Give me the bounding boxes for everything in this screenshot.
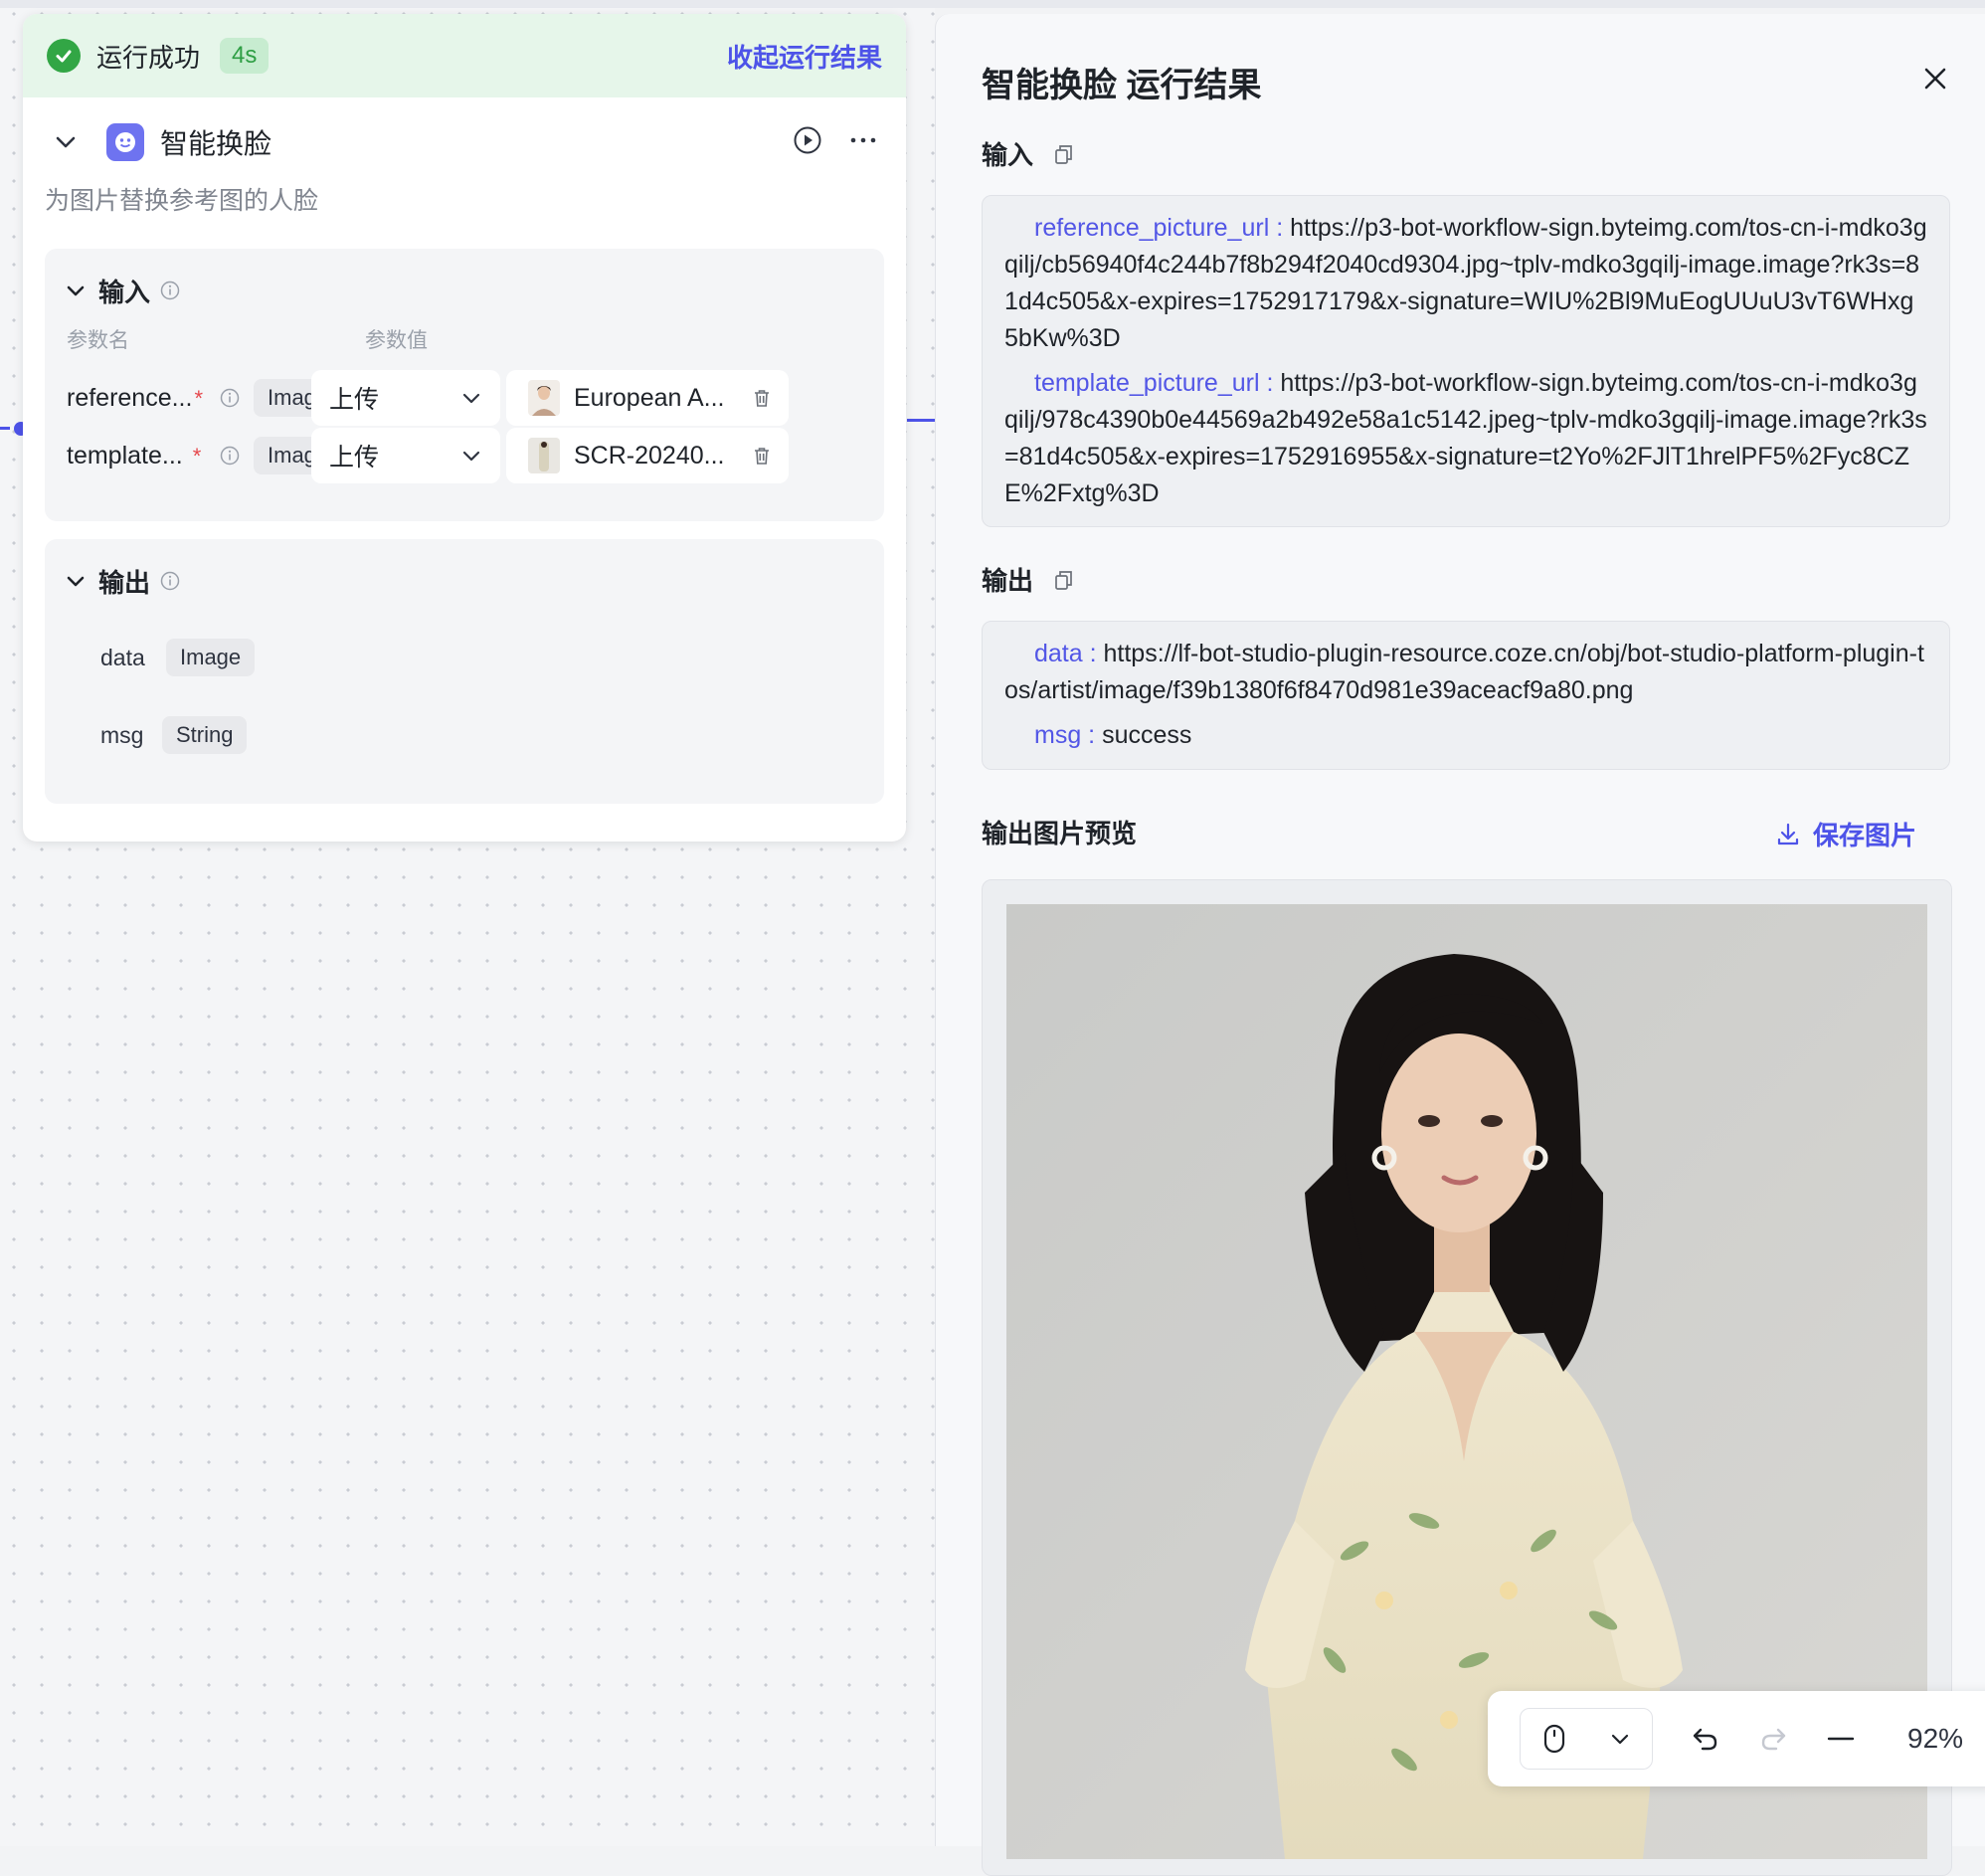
- output-kv: data : https://lf-bot-studio-plugin-reso…: [1004, 640, 1924, 704]
- copy-icon[interactable]: [1053, 569, 1075, 591]
- run-result-bar: 运行成功 4s 收起运行结果: [23, 14, 906, 97]
- upload-mode-select[interactable]: 上传: [311, 370, 500, 426]
- param-name: reference...*: [67, 383, 204, 412]
- input-param-row: reference...* Image 上传 European A...: [67, 370, 882, 426]
- param-type-tag: String: [162, 716, 248, 754]
- file-thumbnail: [528, 438, 560, 473]
- chevron-down-icon: [1611, 1734, 1628, 1745]
- input-kv: template_picture_url : https://p3-bot-wo…: [1004, 369, 1927, 507]
- required-mark: *: [192, 443, 202, 469]
- trash-icon[interactable]: [751, 387, 773, 409]
- param-value-header: 参数值: [365, 329, 428, 352]
- play-icon[interactable]: [793, 125, 822, 160]
- copy-icon[interactable]: [1053, 143, 1075, 165]
- uploaded-file[interactable]: European A...: [506, 370, 789, 426]
- chevron-down-icon: [67, 576, 85, 587]
- top-strip: [0, 0, 1985, 8]
- param-type-tag: Image: [166, 639, 256, 676]
- port-line-right: [907, 419, 935, 422]
- mouse-icon: [1543, 1724, 1564, 1754]
- param-name-header: 参数名: [67, 329, 129, 352]
- minus-icon: [1827, 1737, 1855, 1741]
- zoom-out-button[interactable]: [1826, 1724, 1856, 1754]
- info-icon[interactable]: [160, 281, 180, 300]
- face-swap-icon: [106, 123, 144, 161]
- node-header: 智能换脸: [23, 97, 906, 187]
- output-label: 输出: [982, 561, 1075, 598]
- file-name: European A...: [574, 383, 725, 412]
- success-check-icon: [47, 39, 81, 73]
- file-thumbnail: [528, 380, 560, 416]
- param-name: template... *: [67, 441, 202, 469]
- face-swap-node[interactable]: 运行成功 4s 收起运行结果 智能换脸 为图片替换参考图的人脸 输入 参数名 参…: [23, 14, 906, 842]
- chevron-down-icon: [462, 393, 480, 404]
- collapse-results-button[interactable]: 收起运行结果: [727, 38, 882, 75]
- undo-button[interactable]: [1691, 1724, 1720, 1754]
- output-param-name: data: [100, 644, 145, 670]
- upload-mode-select[interactable]: 上传: [311, 428, 500, 483]
- output-section-header[interactable]: 输出: [65, 561, 180, 601]
- node-description: 为图片替换参考图的人脸: [45, 187, 319, 215]
- close-icon[interactable]: [1922, 66, 1948, 96]
- run-status-text: 运行成功: [96, 42, 201, 73]
- output-param-row: data Image: [100, 639, 256, 676]
- file-name: SCR-20240...: [574, 441, 725, 469]
- interaction-mode-select[interactable]: [1520, 1708, 1653, 1770]
- port-line-left: [0, 427, 10, 430]
- info-icon[interactable]: [220, 388, 240, 408]
- download-icon: [1777, 823, 1799, 844]
- chevron-down-icon[interactable]: [53, 129, 79, 155]
- output-param-row: msg String: [100, 716, 248, 754]
- output-section: 输出 data Image msg String: [45, 539, 884, 804]
- save-image-button[interactable]: 保存图片: [1775, 816, 1916, 852]
- zoom-level[interactable]: 92%: [1907, 1723, 1963, 1755]
- preview-label: 输出图片预览: [982, 819, 1138, 848]
- canvas-toolbar: 92%: [1488, 1691, 1985, 1786]
- chevron-down-icon: [67, 285, 85, 296]
- info-icon[interactable]: [220, 446, 240, 466]
- input-section-title: 输入: [98, 277, 151, 307]
- input-json-box: reference_picture_url : https://p3-bot-w…: [982, 195, 1950, 527]
- more-icon[interactable]: [848, 125, 878, 160]
- chevron-down-icon: [462, 451, 480, 462]
- node-title: 智能换脸: [160, 128, 272, 159]
- redo-button[interactable]: [1758, 1724, 1788, 1754]
- output-section-title: 输出: [98, 567, 151, 598]
- run-time-badge: 4s: [220, 38, 270, 74]
- panel-title: 智能换脸 运行结果: [982, 67, 1262, 104]
- input-kv: reference_picture_url : https://p3-bot-w…: [1004, 214, 1927, 352]
- output-kv: msg : success: [1034, 721, 1192, 749]
- redo-icon: [1761, 1728, 1786, 1751]
- output-json-box: data : https://lf-bot-studio-plugin-reso…: [982, 621, 1950, 770]
- input-param-row: template... * Image 上传 SCR-20240...: [67, 428, 882, 483]
- undo-icon: [1693, 1728, 1717, 1751]
- input-label: 输入: [982, 135, 1075, 172]
- uploaded-file[interactable]: SCR-20240...: [506, 428, 789, 483]
- info-icon[interactable]: [160, 571, 180, 591]
- output-param-name: msg: [100, 721, 144, 748]
- trash-icon[interactable]: [751, 445, 773, 467]
- input-section: 输入 参数名 参数值 reference...* Image 上传 Europe…: [45, 249, 884, 521]
- run-result-panel: 智能换脸 运行结果 输入 reference_picture_url : htt…: [935, 14, 1985, 1876]
- input-section-header[interactable]: 输入: [65, 271, 180, 310]
- required-mark: *: [194, 385, 204, 411]
